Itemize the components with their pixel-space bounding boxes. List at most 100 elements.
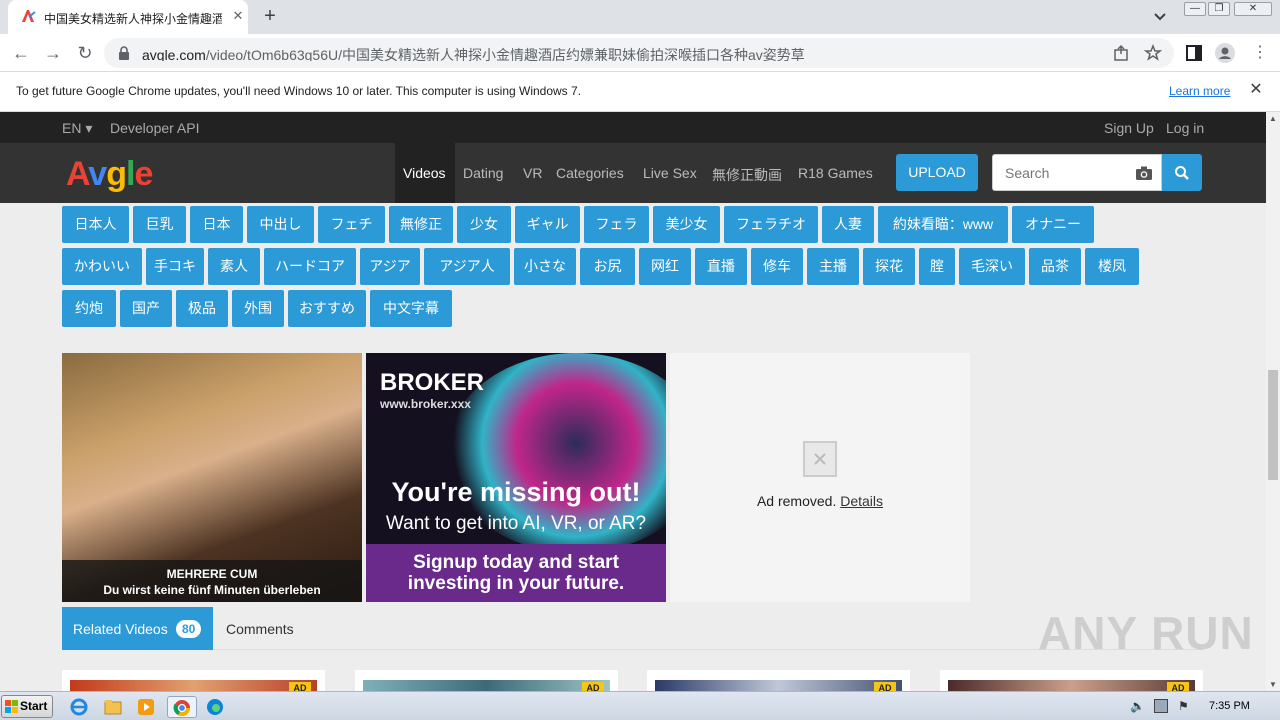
learn-more-link[interactable]: Learn more [1169, 84, 1230, 98]
category-tag[interactable]: アジア [360, 248, 420, 285]
category-tag[interactable]: お尻 [580, 248, 635, 285]
category-tag[interactable]: 毛深い [959, 248, 1025, 285]
advertisement-banner-2[interactable]: BROKER www.broker.xxx You're missing out… [366, 353, 666, 602]
category-tag[interactable]: 国产 [120, 290, 172, 327]
category-tag[interactable]: かわいい [62, 248, 142, 285]
category-tag[interactable]: 腟 [919, 248, 955, 285]
camera-icon[interactable] [1135, 165, 1153, 181]
network-icon[interactable] [1154, 699, 1168, 713]
nav-vr[interactable]: VR [523, 165, 542, 181]
taskbar-clock[interactable]: 7:35 PM [1209, 700, 1250, 712]
scrollbar-thumb[interactable] [1268, 370, 1278, 480]
minimize-button[interactable]: — [1184, 2, 1206, 16]
video-thumbnail[interactable]: AD [940, 670, 1203, 691]
window-close-button[interactable]: ✕ [1234, 2, 1272, 16]
profile-avatar-icon[interactable] [1215, 43, 1235, 63]
language-select[interactable]: EN ▾ [62, 120, 92, 137]
scroll-up-arrow-icon[interactable]: ▲ [1269, 114, 1277, 123]
category-tag[interactable]: 小さな [514, 248, 576, 285]
developer-api-link[interactable]: Developer API [110, 120, 200, 136]
nav-live-sex[interactable]: Live Sex [643, 165, 697, 181]
upload-button[interactable]: UPLOAD [896, 154, 978, 191]
ad-removed-details-link[interactable]: Details [840, 493, 883, 509]
category-tag[interactable]: フェチ [318, 206, 385, 243]
share-icon[interactable] [1112, 44, 1130, 62]
nav-videos[interactable]: Videos [395, 143, 455, 203]
category-tag[interactable]: 約妹看瞄：www [878, 206, 1008, 243]
video-thumbnail[interactable]: AD [62, 670, 325, 691]
advertisement-banner-1[interactable]: MEHRERE CUM Du wirst keine fünf Minuten … [62, 353, 362, 602]
category-tag[interactable]: 品茶 [1029, 248, 1081, 285]
nav-uncensored[interactable]: 無修正動画 [712, 165, 782, 185]
category-tag[interactable]: 少女 [457, 206, 511, 243]
category-tag[interactable]: 日本 [190, 206, 243, 243]
forward-arrow-icon[interactable]: → [40, 40, 66, 66]
category-tag[interactable]: 中文字幕 [370, 290, 452, 327]
nav-dating[interactable]: Dating [463, 165, 503, 181]
avgle-logo[interactable]: Avgle [66, 155, 153, 193]
category-tag[interactable]: フェラチオ [724, 206, 818, 243]
category-tag[interactable]: 素人 [208, 248, 260, 285]
category-tag[interactable]: 人妻 [822, 206, 874, 243]
sign-up-link[interactable]: Sign Up [1104, 120, 1154, 136]
nav-r18-games[interactable]: R18 Games [798, 165, 873, 181]
restore-button[interactable]: ❐ [1208, 2, 1230, 16]
volume-icon[interactable]: 🔈 [1130, 699, 1145, 713]
ie-taskbar-icon[interactable] [68, 696, 90, 718]
category-tag[interactable]: 修车 [751, 248, 803, 285]
bookmark-star-icon[interactable] [1144, 44, 1162, 62]
new-tab-button[interactable]: + [258, 6, 282, 28]
tab-close-icon[interactable]: ✕ [230, 8, 246, 24]
explorer-taskbar-icon[interactable] [102, 696, 124, 718]
ad2-cta-line2: investing in your future. [407, 573, 625, 594]
category-tag[interactable]: 美少女 [653, 206, 720, 243]
kebab-menu-icon[interactable]: ⋮ [1250, 43, 1270, 63]
video-thumbnail[interactable]: AD [355, 670, 618, 691]
edge-taskbar-icon[interactable] [204, 696, 226, 718]
infobar-close-icon[interactable]: ✕ [1248, 82, 1264, 98]
search-input[interactable] [994, 156, 1130, 189]
category-tag[interactable]: 约炮 [62, 290, 116, 327]
back-arrow-icon[interactable]: ← [8, 40, 34, 66]
category-tag[interactable]: フェラ [584, 206, 649, 243]
address-bar[interactable]: avgle.com/video/tOm6b63g56U/中国美女精选新人神探小金… [104, 38, 1174, 68]
side-panel-icon[interactable] [1184, 43, 1204, 63]
site-navbar: Avgle Videos Dating VR Categories Live S… [0, 143, 1266, 203]
category-tag[interactable]: 探花 [863, 248, 915, 285]
action-center-flag-icon[interactable]: ⚑ [1178, 699, 1192, 713]
category-tag[interactable]: 主播 [807, 248, 859, 285]
tab-related-videos[interactable]: Related Videos 80 [62, 607, 213, 650]
category-tag[interactable]: 日本人 [62, 206, 129, 243]
url-text[interactable]: avgle.com/video/tOm6b63g56U/中国美女精选新人神探小金… [142, 45, 1072, 61]
video-thumbnail[interactable]: AD [647, 670, 910, 691]
start-button[interactable]: Start [1, 695, 53, 718]
category-tag[interactable]: 直播 [695, 248, 747, 285]
category-tag[interactable]: 楼凤 [1085, 248, 1139, 285]
broken-image-icon [803, 441, 837, 477]
category-tag[interactable]: 手コキ [146, 248, 204, 285]
chrome-taskbar-icon[interactable] [167, 696, 197, 718]
page-scrollbar[interactable]: ▲ ▼ [1266, 112, 1280, 691]
nav-categories[interactable]: Categories [556, 165, 624, 181]
category-tag[interactable]: オナニー [1012, 206, 1094, 243]
category-tag[interactable]: おすすめ [288, 290, 366, 327]
category-tag[interactable]: アジア人 [424, 248, 510, 285]
category-tag[interactable]: 极品 [176, 290, 228, 327]
ad2-cta-line1: Signup today and start [413, 552, 619, 573]
scroll-down-arrow-icon[interactable]: ▼ [1269, 680, 1277, 689]
browser-tab[interactable]: 中国美女精选新人神探小金情趣酒店 ✕ [8, 0, 248, 34]
tab-comments[interactable]: Comments [226, 621, 294, 637]
category-tag[interactable]: ハードコア [264, 248, 356, 285]
login-link[interactable]: Log in [1166, 120, 1204, 136]
reload-icon[interactable]: ↻ [72, 40, 98, 66]
category-tag[interactable]: 外围 [232, 290, 284, 327]
category-tag[interactable]: 中出し [247, 206, 314, 243]
category-tag[interactable]: 巨乳 [133, 206, 186, 243]
avgle-favicon-icon [22, 10, 36, 22]
category-tag[interactable]: ギャル [515, 206, 580, 243]
search-button[interactable] [1162, 154, 1202, 191]
media-player-taskbar-icon[interactable] [135, 696, 157, 718]
category-tag[interactable]: 無修正 [389, 206, 453, 243]
category-tag[interactable]: 网红 [639, 248, 691, 285]
tab-search-chevron-icon[interactable] [1150, 8, 1170, 26]
